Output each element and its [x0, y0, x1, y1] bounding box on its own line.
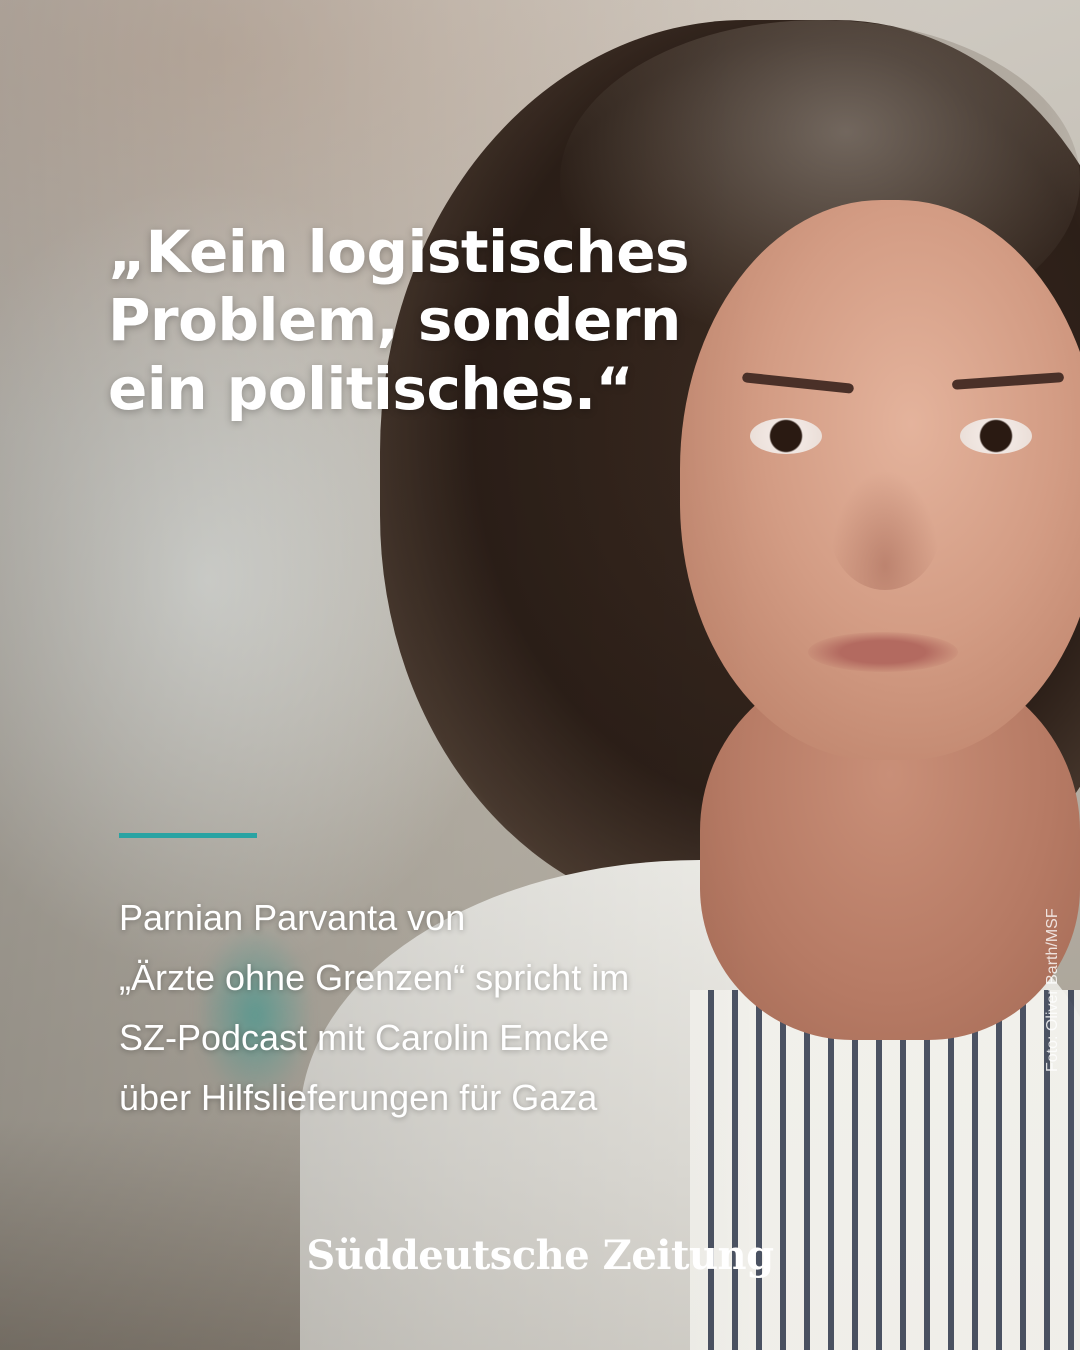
- social-post-card: „Kein logistisches Problem, sondern ein …: [0, 0, 1080, 1350]
- accent-divider: [119, 833, 257, 838]
- brand-logo: Süddeutsche Zeitung: [306, 1232, 774, 1279]
- caption-text: Parnian Parvanta von „Ärzte ohne Grenzen…: [119, 897, 630, 1118]
- photo-credit: Foto: Oliver Barth/MSF: [1044, 908, 1061, 1072]
- headline-quote: „Kein logistisches Problem, sondern ein …: [108, 218, 690, 423]
